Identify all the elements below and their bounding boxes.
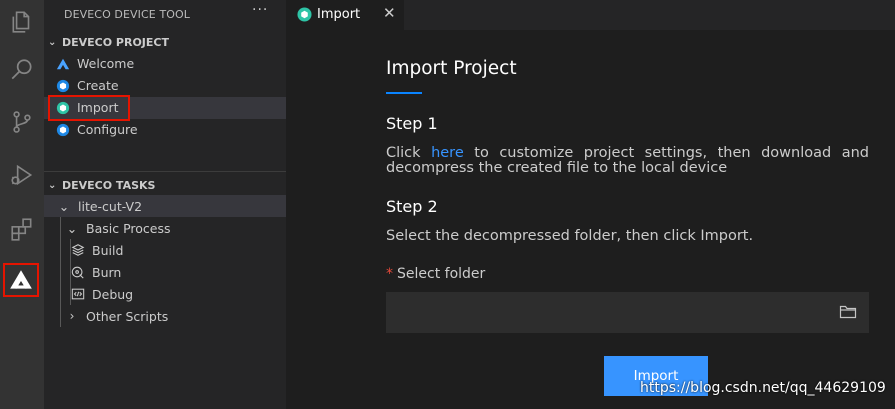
cube-icon bbox=[297, 7, 312, 22]
project-section-title: DEVECO PROJECT bbox=[62, 35, 169, 49]
here-link[interactable]: here bbox=[431, 145, 464, 161]
import-highlight-box bbox=[48, 95, 130, 121]
tab-import[interactable]: Import ✕ bbox=[286, 0, 404, 30]
project-item-label: Configure bbox=[77, 122, 138, 137]
folder-icon[interactable] bbox=[839, 304, 857, 320]
watermark: https://blog.csdn.net/qq_44629109 bbox=[640, 380, 886, 396]
explorer-icon[interactable] bbox=[0, 0, 44, 44]
task-project[interactable]: ⌄ lite-cut-V2 bbox=[56, 195, 142, 217]
project-item-welcome[interactable]: Welcome bbox=[44, 53, 286, 75]
task-group-basic[interactable]: ⌄ Basic Process bbox=[64, 217, 171, 239]
close-icon[interactable]: ✕ bbox=[383, 4, 396, 22]
project-item-label: Welcome bbox=[77, 56, 135, 71]
section-divider bbox=[44, 171, 286, 172]
project-item-label: Create bbox=[77, 78, 119, 93]
task-burn[interactable]: Burn bbox=[70, 261, 121, 283]
sidebar-title: DEVECO DEVICE TOOL bbox=[64, 8, 191, 21]
more-actions-icon[interactable]: ··· bbox=[252, 2, 268, 18]
task-label: Build bbox=[92, 242, 124, 258]
editor-tab-bar: Import ✕ bbox=[286, 0, 895, 30]
extensions-icon[interactable] bbox=[0, 207, 44, 251]
activity-bar bbox=[0, 0, 44, 409]
step2-text: Select the decompressed folder, then cli… bbox=[386, 228, 754, 244]
chevron-right-icon: › bbox=[69, 309, 75, 323]
task-debug[interactable]: Debug bbox=[70, 283, 133, 305]
cube-icon bbox=[56, 123, 70, 137]
task-label: Other Scripts bbox=[86, 308, 169, 324]
task-other-scripts[interactable]: › Other Scripts bbox=[64, 305, 169, 327]
chevron-down-icon: ⌄ bbox=[48, 36, 57, 48]
project-item-configure[interactable]: Configure bbox=[44, 119, 286, 141]
task-label: Burn bbox=[92, 264, 122, 280]
run-debug-icon[interactable] bbox=[0, 153, 44, 197]
task-group-label: Basic Process bbox=[86, 220, 171, 236]
burn-icon bbox=[70, 264, 86, 280]
select-folder-text: Select folder bbox=[397, 266, 486, 282]
tab-label: Import bbox=[317, 7, 361, 22]
folder-input[interactable] bbox=[386, 292, 869, 333]
project-section-header[interactable]: ⌄ DEVECO PROJECT bbox=[44, 32, 286, 52]
step1-prefix: Click bbox=[386, 145, 432, 161]
title-underline bbox=[386, 92, 422, 94]
layers-icon bbox=[70, 242, 86, 258]
select-folder-label: * Select folder bbox=[386, 266, 485, 282]
step1-text: Click here to customize project settings… bbox=[386, 146, 869, 176]
page-title: Import Project bbox=[386, 58, 517, 79]
step2-heading: Step 2 bbox=[386, 197, 438, 216]
chevron-down-icon: ⌄ bbox=[66, 220, 78, 236]
step1-heading: Step 1 bbox=[386, 114, 438, 133]
chevron-down-icon: ⌄ bbox=[48, 179, 57, 191]
deveco-activity-icon[interactable] bbox=[3, 263, 39, 297]
sidebar: DEVECO DEVICE TOOL ··· ⌄ DEVECO PROJECT … bbox=[44, 0, 286, 409]
tasks-section-header[interactable]: ⌄ DEVECO TASKS bbox=[44, 175, 286, 195]
code-icon bbox=[70, 286, 86, 302]
tasks-section-title: DEVECO TASKS bbox=[62, 178, 156, 192]
task-project-label: lite-cut-V2 bbox=[78, 198, 143, 214]
tree-guide bbox=[60, 217, 61, 327]
chevron-down-icon: ⌄ bbox=[58, 198, 70, 214]
task-build[interactable]: Build bbox=[70, 239, 123, 261]
required-mark: * bbox=[386, 266, 393, 282]
deveco-logo-icon bbox=[56, 58, 70, 70]
task-label: Debug bbox=[92, 286, 134, 302]
import-project-page: Import Project Step 1 Click here to cust… bbox=[286, 30, 895, 409]
cube-icon bbox=[56, 79, 70, 93]
search-icon[interactable] bbox=[0, 48, 44, 92]
source-control-icon[interactable] bbox=[0, 100, 44, 144]
project-item-create[interactable]: Create bbox=[44, 75, 286, 97]
